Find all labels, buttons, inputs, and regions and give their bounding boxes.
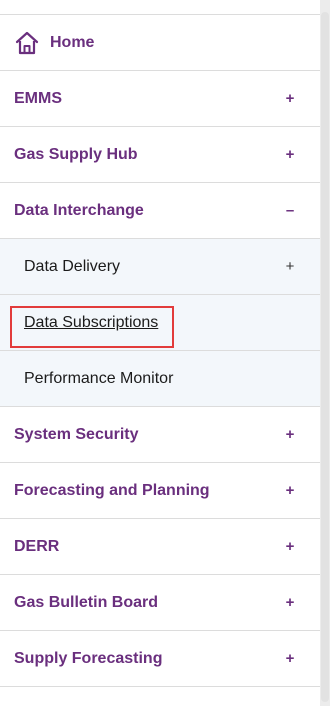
nav-item-derr[interactable]: DERR +	[0, 519, 320, 575]
nav-item-data-interchange[interactable]: Data Interchange –	[0, 183, 320, 239]
expand-icon[interactable]: +	[284, 650, 296, 667]
nav-item-label: Data Interchange	[14, 201, 144, 219]
nav-item-label: Supply Forecasting	[14, 649, 163, 667]
nav-item-label: Forecasting and Planning	[14, 481, 210, 499]
scrollbar-thumb[interactable]	[321, 12, 329, 702]
home-row: Home	[14, 30, 94, 56]
expand-icon[interactable]: +	[284, 426, 296, 443]
subnav-item-label: Data Delivery	[24, 257, 121, 275]
nav-item-system-security[interactable]: System Security +	[0, 407, 320, 463]
expand-icon[interactable]: +	[284, 90, 296, 107]
home-icon	[14, 30, 40, 56]
collapse-icon[interactable]: –	[284, 202, 296, 219]
nav-item-emms[interactable]: EMMS +	[0, 71, 320, 127]
expand-icon[interactable]: +	[284, 594, 296, 611]
expand-icon[interactable]: +	[284, 146, 296, 163]
nav-item-label: EMMS	[14, 89, 62, 107]
nav-item-gas-bulletin-board[interactable]: Gas Bulletin Board +	[0, 575, 320, 631]
subnav-item-label: Performance Monitor	[24, 369, 174, 387]
side-navigation: Home EMMS + Gas Supply Hub + Data Interc…	[0, 14, 320, 687]
nav-item-home[interactable]: Home	[0, 15, 320, 71]
expand-icon[interactable]: +	[284, 538, 296, 555]
nav-item-gas-supply-hub[interactable]: Gas Supply Hub +	[0, 127, 320, 183]
expand-icon[interactable]: +	[284, 482, 296, 499]
nav-item-supply-forecasting[interactable]: Supply Forecasting +	[0, 631, 320, 687]
home-label: Home	[50, 33, 95, 51]
nav-item-forecasting-planning[interactable]: Forecasting and Planning +	[0, 463, 320, 519]
expand-icon[interactable]: +	[284, 258, 296, 275]
scrollbar[interactable]	[320, 0, 330, 706]
nav-item-label: Gas Supply Hub	[14, 145, 138, 163]
subnav-item-data-subscriptions[interactable]: Data Subscriptions	[0, 295, 320, 351]
nav-item-label: System Security	[14, 425, 139, 443]
subnav-item-data-delivery[interactable]: Data Delivery +	[0, 239, 320, 295]
nav-item-label: Gas Bulletin Board	[14, 593, 159, 611]
subnav-item-performance-monitor[interactable]: Performance Monitor	[0, 351, 320, 407]
nav-item-label: DERR	[14, 537, 60, 555]
subnav-item-link[interactable]: Data Subscriptions	[24, 314, 158, 332]
